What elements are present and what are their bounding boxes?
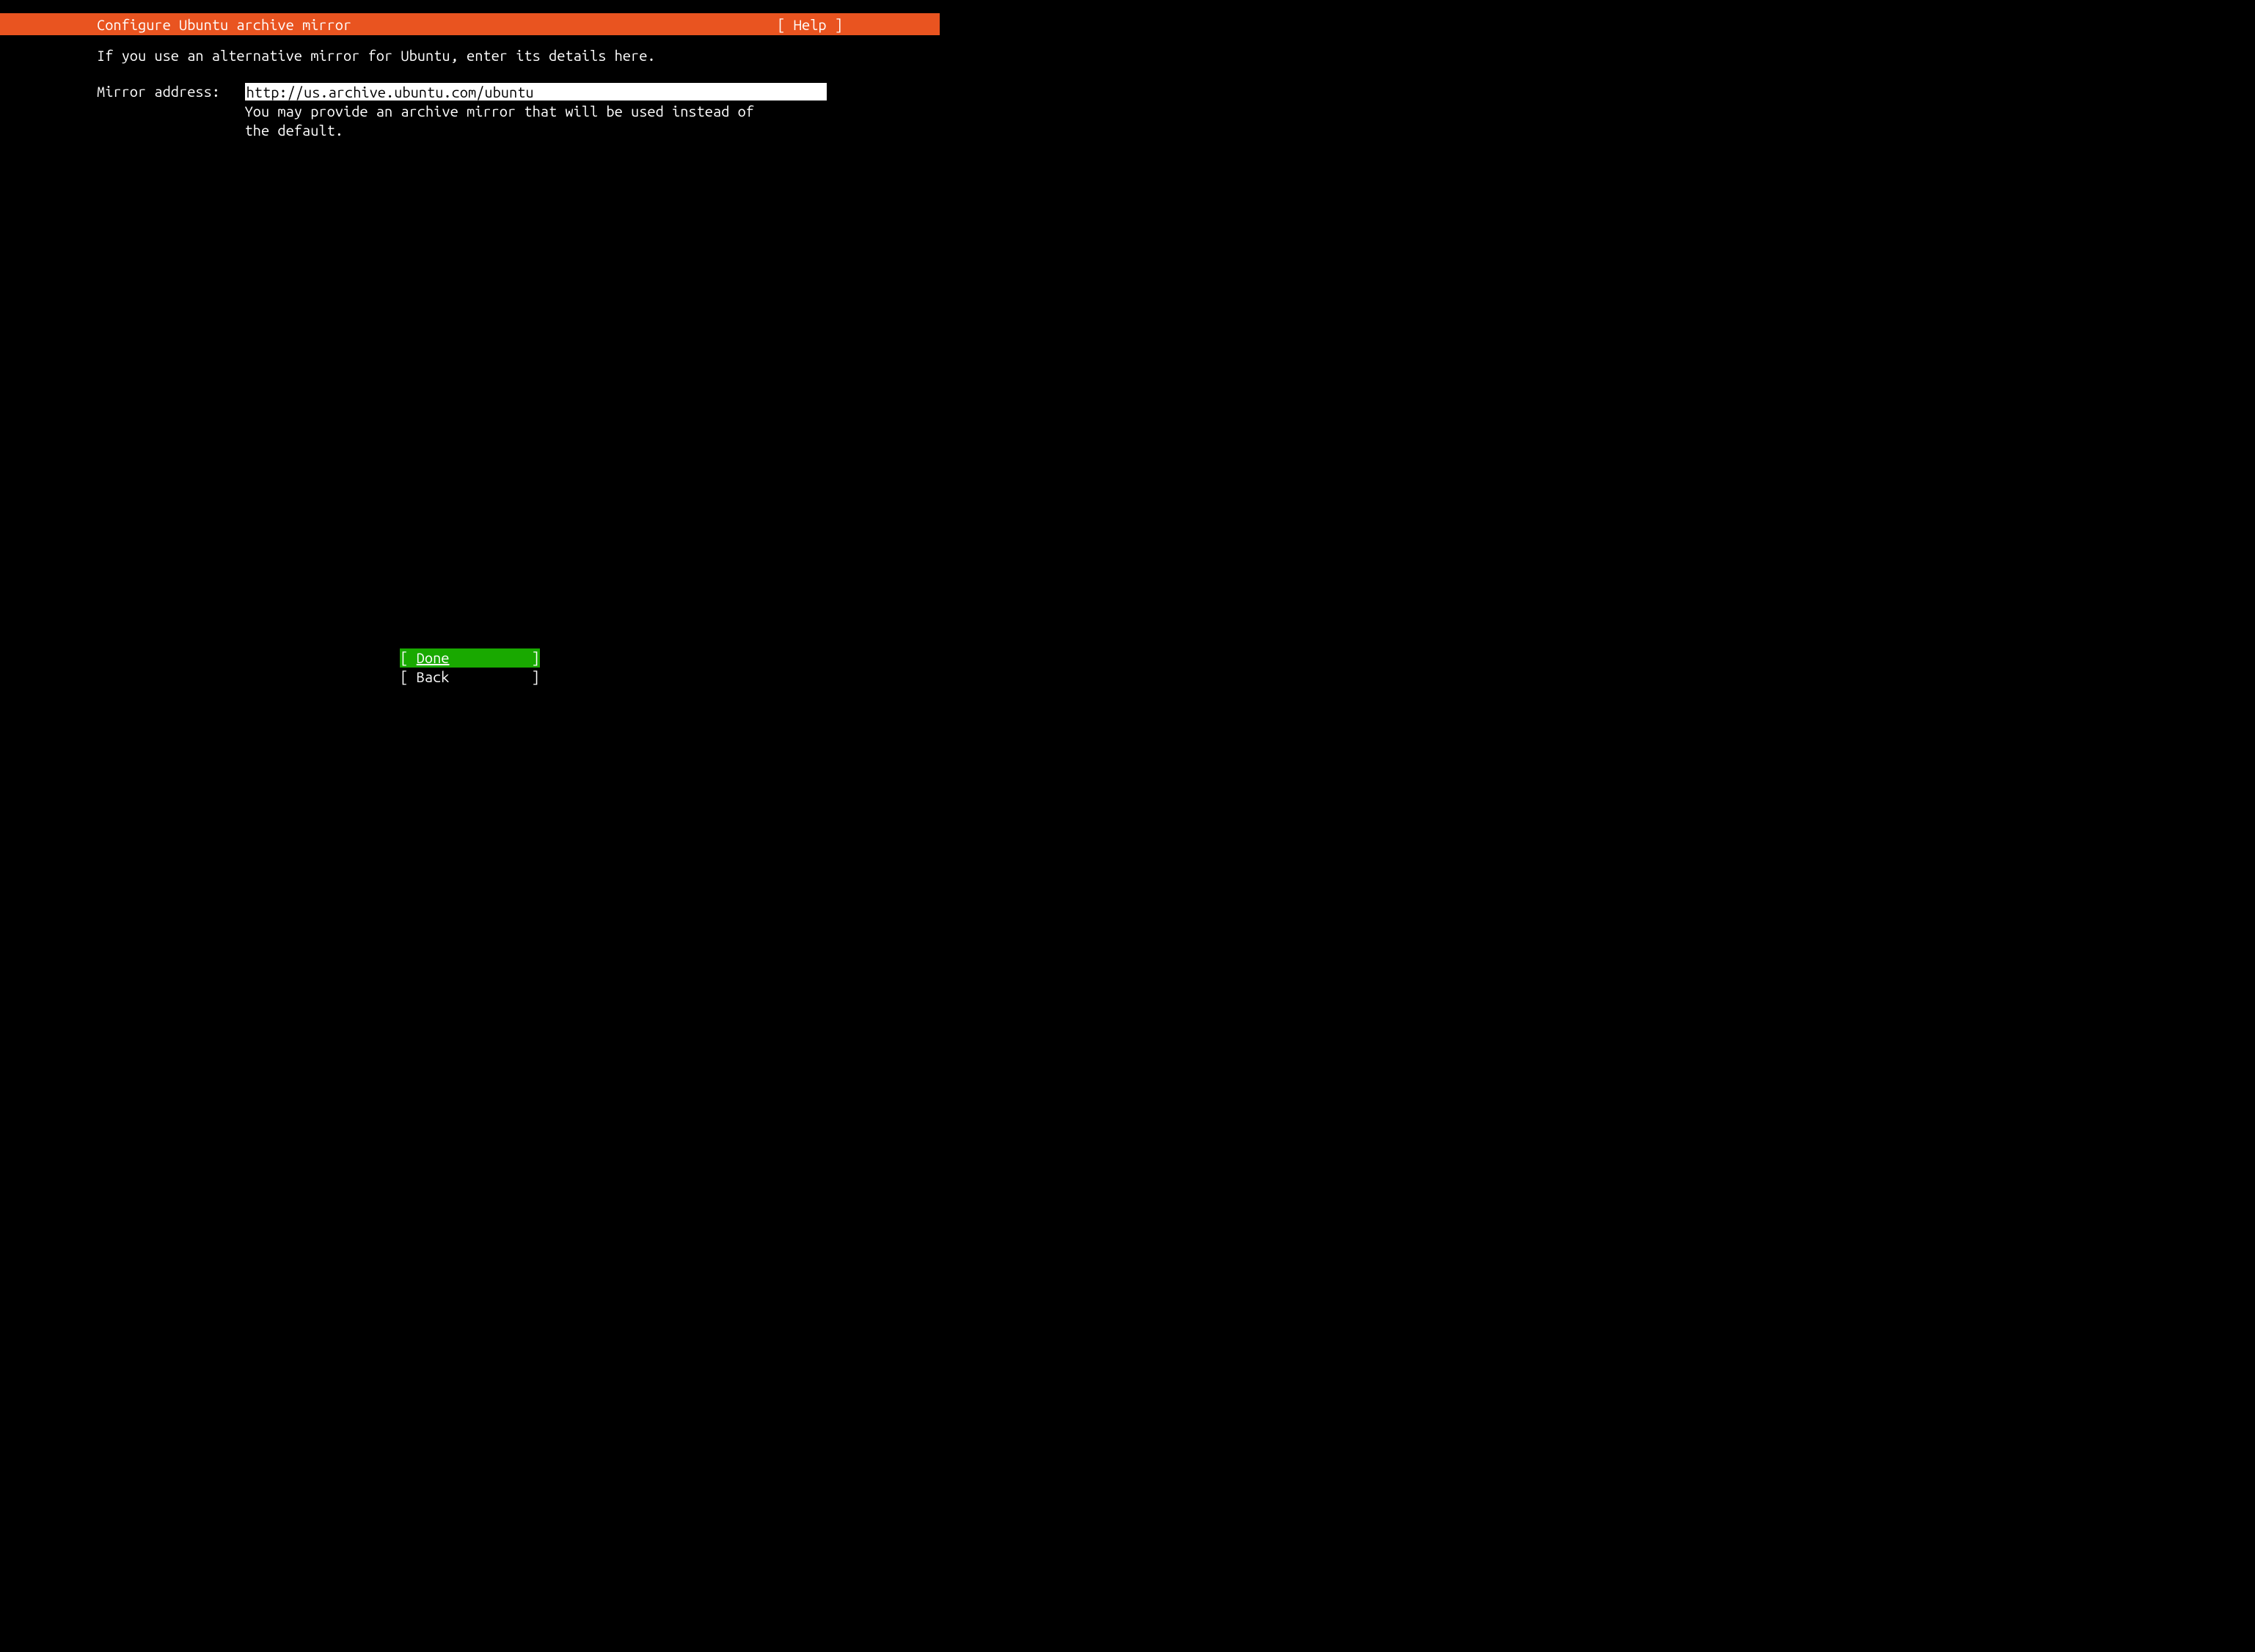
done-button-label: Done — [417, 649, 450, 666]
mirror-address-hint: You may provide an archive mirror that w… — [245, 102, 827, 140]
back-button[interactable]: [ Back ] — [400, 668, 539, 687]
mirror-form-row: Mirror address: You may provide an archi… — [97, 83, 843, 140]
back-button-label: Back — [417, 668, 450, 685]
help-button[interactable]: [ Help ] — [777, 16, 940, 33]
bottom-button-bar: [ Done ] [ Back ] — [0, 648, 940, 687]
intro-text: If you use an alternative mirror for Ubu… — [97, 47, 843, 64]
done-button[interactable]: [ Done ] — [400, 648, 539, 668]
page-title: Configure Ubuntu archive mirror — [0, 16, 351, 33]
mirror-address-input[interactable] — [245, 83, 827, 100]
mirror-address-label: Mirror address: — [97, 83, 245, 100]
content-area: If you use an alternative mirror for Ubu… — [0, 35, 940, 140]
header-bar: Configure Ubuntu archive mirror [ Help ] — [0, 13, 940, 35]
